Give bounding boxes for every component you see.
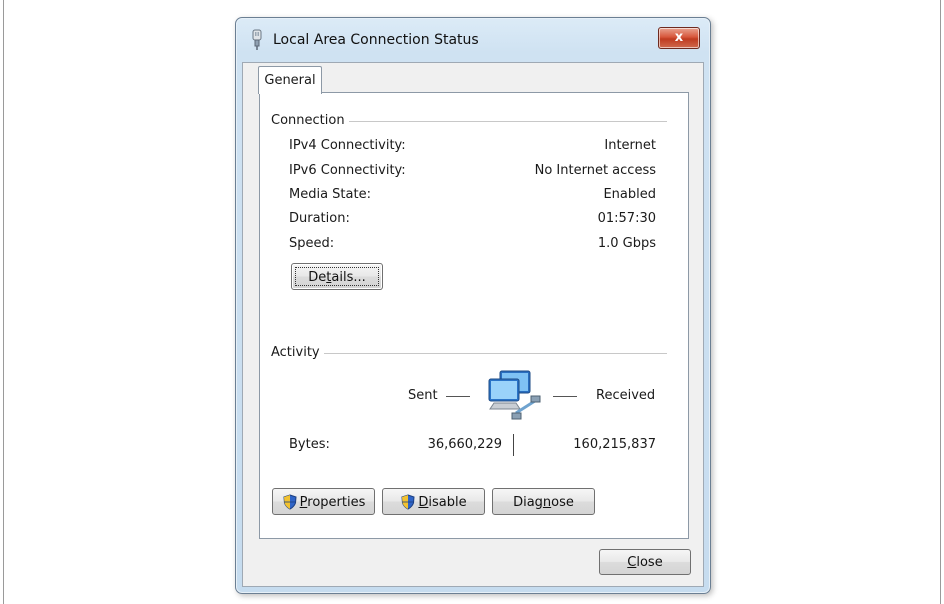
ipv4-value: Internet <box>604 138 656 153</box>
disable-button[interactable]: Disable <box>382 488 485 515</box>
connection-status-window: Local Area Connection Status x General C… <box>235 17 711 594</box>
sent-dash <box>446 396 470 397</box>
frame-left-line <box>3 0 4 604</box>
ipv6-label: IPv6 Connectivity: <box>289 163 406 178</box>
connection-group-line <box>342 121 667 122</box>
disable-label-accel: D <box>418 495 429 510</box>
duration-label: Duration: <box>289 211 350 226</box>
diagnose-label-post: ose <box>551 495 574 510</box>
activity-heading: Activity <box>271 345 324 360</box>
close-button[interactable]: Close <box>599 549 691 575</box>
bytes-sent-value: 36,660,229 <box>427 437 502 452</box>
dialog-client-area: General Connection IPv4 Connectivity: In… <box>242 62 704 587</box>
activity-group-line <box>324 353 667 354</box>
uac-shield-icon <box>283 493 297 510</box>
connection-heading: Connection <box>271 113 349 128</box>
bytes-separator <box>513 434 514 456</box>
diagnose-label-accel: n <box>542 495 552 510</box>
close-window-button[interactable]: x <box>658 27 700 49</box>
media-state-value: Enabled <box>603 187 656 202</box>
frame-right-line <box>940 0 941 604</box>
speed-value: 1.0 Gbps <box>597 236 656 251</box>
bytes-label: Bytes: <box>289 437 330 452</box>
window-title: Local Area Connection Status <box>273 32 479 48</box>
details-button[interactable]: Details... <box>291 263 383 290</box>
uac-shield-icon <box>401 493 415 510</box>
ipv6-value: No Internet access <box>534 163 656 178</box>
properties-label-post: roperties <box>307 495 366 510</box>
sent-label: Sent <box>408 388 438 403</box>
title-bar[interactable]: Local Area Connection Status x <box>236 18 710 62</box>
close-label-accel: C <box>627 555 637 570</box>
ipv4-label: IPv4 Connectivity: <box>289 138 406 153</box>
diagnose-button[interactable]: Diagnose <box>492 488 595 515</box>
close-label-post: lose <box>636 555 663 570</box>
bytes-received-value: 160,215,837 <box>573 437 656 452</box>
properties-button[interactable]: Properties <box>272 488 375 515</box>
tab-general[interactable]: General <box>258 66 322 94</box>
network-computers-icon <box>488 370 541 420</box>
media-state-label: Media State: <box>289 187 371 202</box>
speed-label: Speed: <box>289 236 335 251</box>
diagnose-label-pre: Diag <box>513 495 543 510</box>
disable-label-post: isable <box>428 495 467 510</box>
duration-value: 01:57:30 <box>597 211 656 226</box>
network-adapter-icon <box>252 29 262 50</box>
received-dash <box>553 396 577 397</box>
focus-ring <box>295 267 379 286</box>
general-tab-panel: Connection IPv4 Connectivity: Internet I… <box>259 92 689 539</box>
received-label: Received <box>596 388 656 403</box>
